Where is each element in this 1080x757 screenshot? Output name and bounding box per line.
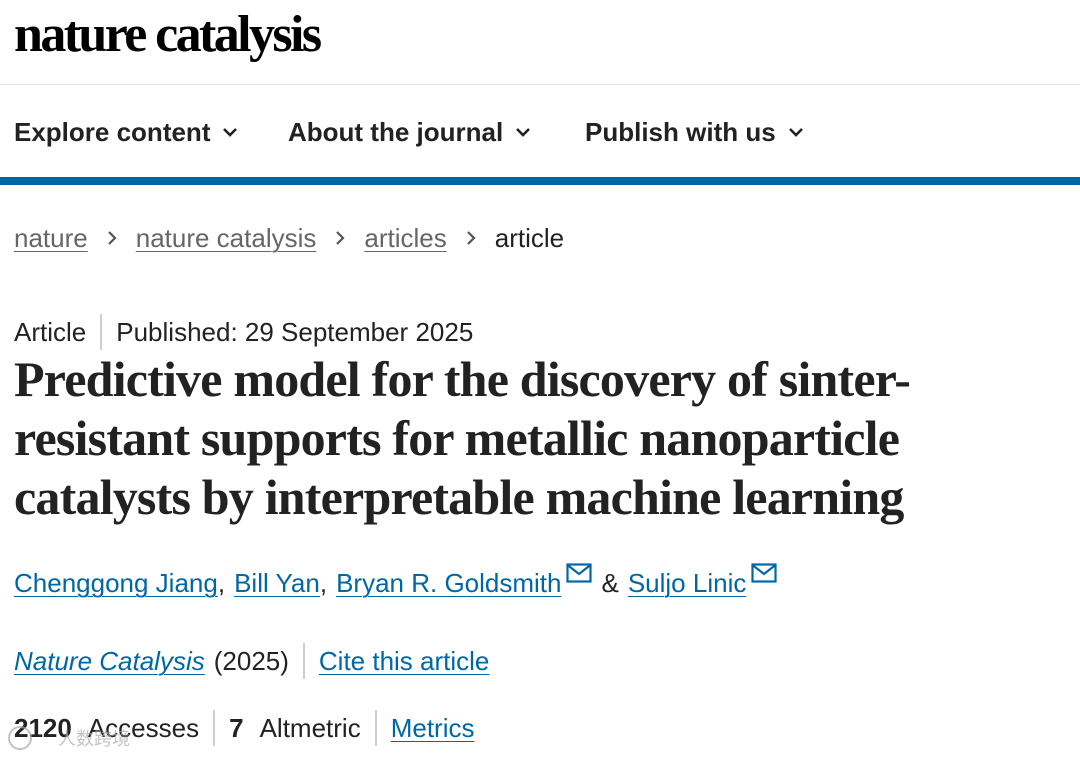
accent-bar [0, 177, 1080, 185]
author-link[interactable]: Bryan R. Goldsmith [336, 566, 561, 600]
breadcrumb-nature-catalysis[interactable]: nature catalysis [136, 221, 317, 255]
breadcrumb-current: article [494, 223, 565, 253]
altmetric-score: 7 [229, 713, 244, 743]
published-date: Published: 29 September 2025 [116, 317, 474, 347]
nav-explore-content[interactable]: Explore content [14, 115, 238, 149]
divider [374, 710, 377, 746]
article-meta: Article Published: 29 September 2025 [14, 314, 473, 350]
breadcrumb: nature nature catalysis articles article [14, 221, 564, 255]
nav-label: Explore content [14, 117, 211, 147]
mail-icon[interactable] [566, 563, 593, 583]
citation-line: Nature Catalysis (2025) Cite this articl… [14, 643, 489, 679]
author-link[interactable]: Suljo Linic [628, 566, 747, 600]
breadcrumb-nature[interactable]: nature [14, 221, 88, 255]
author-link[interactable]: Bill Yan [234, 566, 320, 600]
author-list: Chenggong Jiang , Bill Yan , Bryan R. Go… [14, 563, 777, 600]
chevron-right-icon [107, 230, 117, 246]
author-separator: , [319, 568, 328, 598]
watermark-text: 人数跨境 [58, 729, 130, 749]
publication-year: (2025) [213, 646, 289, 676]
divider [213, 710, 216, 746]
author-link[interactable]: Chenggong Jiang [14, 566, 218, 600]
journal-link[interactable]: Nature Catalysis [14, 644, 205, 678]
watermark-logo-icon [8, 726, 32, 750]
nav-about-journal[interactable]: About the journal [288, 115, 531, 149]
metrics-link[interactable]: Metrics [391, 711, 475, 745]
author-separator: , [217, 568, 226, 598]
chevron-down-icon [788, 128, 803, 137]
nav-label: Publish with us [585, 117, 776, 147]
chevron-down-icon [223, 128, 238, 137]
chevron-right-icon [466, 230, 476, 246]
article-title: Predictive model for the discovery of si… [14, 351, 911, 525]
divider [302, 643, 305, 679]
journal-logo[interactable]: nature catalysis [14, 4, 322, 66]
mail-icon[interactable] [751, 563, 777, 583]
chevron-down-icon [516, 128, 531, 137]
nav-label: About the journal [288, 117, 504, 147]
altmetric-label: Altmetric [259, 713, 361, 743]
chevron-right-icon [335, 230, 345, 246]
breadcrumb-articles[interactable]: articles [364, 221, 446, 255]
divider [100, 314, 103, 350]
article-type: Article [14, 317, 87, 347]
nav-publish-with-us[interactable]: Publish with us [585, 115, 804, 149]
masthead: nature catalysis [0, 0, 1080, 85]
author-and: & [601, 568, 619, 598]
cite-article-link[interactable]: Cite this article [319, 644, 490, 678]
watermark: 人数跨境 [8, 725, 130, 751]
